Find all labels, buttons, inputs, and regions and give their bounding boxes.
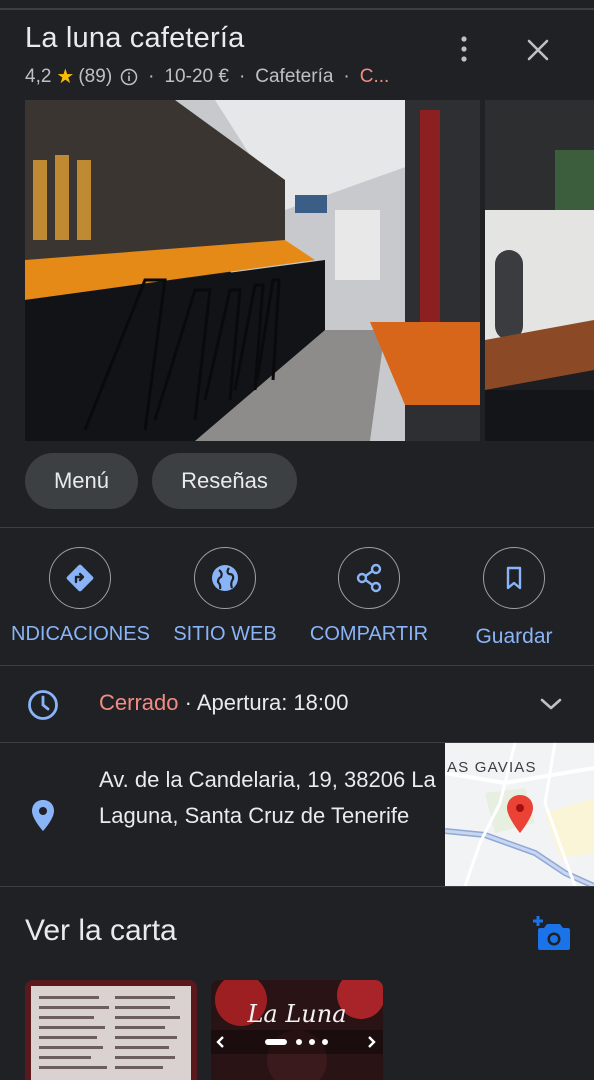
menu-cover-image: La Luna [211,980,383,1080]
menu-cover-thumbnail[interactable]: La Luna [211,980,383,1080]
info-icon[interactable] [120,68,138,86]
meta-separator: · [238,65,246,87]
place-meta: 4,2 ★ (89) · 10-20 € · Cafetería · C... [25,64,389,89]
place-title: La luna cafetería [25,22,245,54]
carousel-dot [309,1039,315,1045]
photo-carousel[interactable] [25,100,594,441]
close-icon[interactable] [522,34,554,66]
opening-hours[interactable]: Cerrado · Apertura: 18:00 [99,690,349,716]
menu-section-title: Ver la carta [25,914,177,947]
carousel-dot-active [265,1039,287,1045]
truncated-status: C... [359,65,390,87]
directions-label: NDICACIONES [11,623,150,645]
carousel-dot [322,1039,328,1045]
map-area-label: AS GAVIAS [447,759,537,776]
divider [0,527,594,528]
menu-cover-title: La Luna [246,1000,346,1028]
meta-separator: · [343,65,350,87]
add-photo-icon[interactable] [530,914,572,952]
bookmark-icon[interactable] [483,547,545,609]
star-icon: ★ [56,66,75,88]
closed-status: Cerrado [99,690,179,715]
directions-icon[interactable] [49,547,111,609]
category: Cafetería [255,65,334,87]
price-range: 10-20 € [164,65,229,87]
divider [0,665,594,666]
share-label: COMPARTIR [309,623,429,645]
carousel-dot [296,1039,302,1045]
save-label: Guardar [475,625,553,648]
globe-icon[interactable] [194,547,256,609]
website-label: SITIO WEB [173,623,277,645]
review-count[interactable]: (89) [78,66,112,88]
map-thumbnail[interactable]: AS GAVIAS [445,743,594,886]
save-button[interactable]: Guardar [449,547,579,649]
terrace-photo[interactable] [485,100,594,441]
reviews-chip[interactable]: Reseñas [152,453,297,509]
directions-button[interactable]: NDICACIONES [11,547,150,646]
divider [0,886,594,887]
menu-chip[interactable]: Menú [25,453,138,509]
location-pin-icon [32,800,54,831]
top-divider [0,8,594,10]
cafe-interior-photo[interactable] [25,100,480,441]
menu-page-image [25,980,197,1080]
rating-value: 4,2 [25,65,52,87]
share-icon[interactable] [338,547,400,609]
menu-thumbnail[interactable] [25,980,197,1080]
hours-separator: · [178,690,197,715]
share-button[interactable]: COMPARTIR [304,547,434,646]
clock-icon [28,690,58,720]
opening-time: Apertura: 18:00 [196,690,349,715]
more-options-icon[interactable] [452,34,476,64]
website-button[interactable]: SITIO WEB [160,547,290,646]
address-text[interactable]: Av. de la Candelaria, 19, 38206 La Lagun… [99,762,439,834]
chevron-down-icon[interactable] [538,694,564,714]
meta-separator: · [148,65,155,87]
